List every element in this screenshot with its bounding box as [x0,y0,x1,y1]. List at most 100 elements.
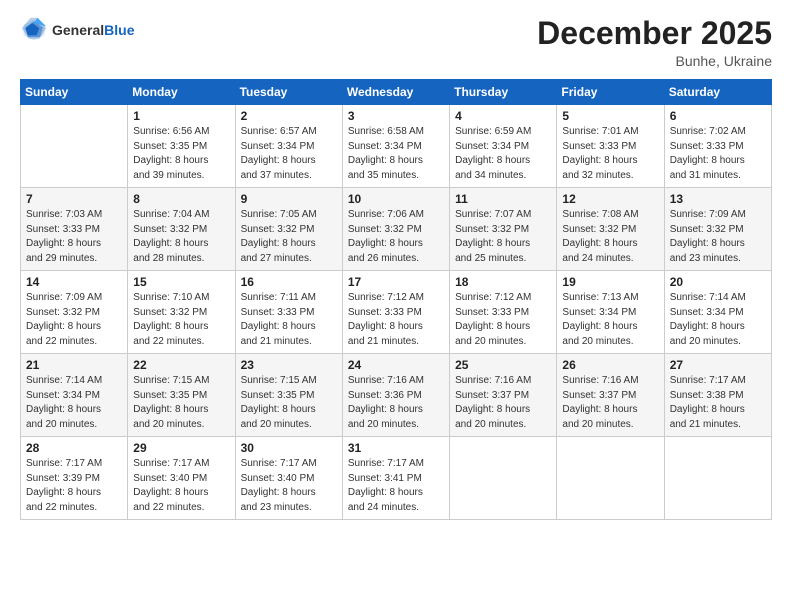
logo-blue: Blue [104,22,134,38]
day-info: Sunrise: 7:03 AMSunset: 3:33 PMDaylight:… [26,208,122,266]
day-cell: 8 Sunrise: 7:04 AMSunset: 3:32 PMDaylight… [128,188,235,271]
day-cell [21,105,128,188]
day-info: Sunrise: 7:10 AMSunset: 3:32 PMDaylight:… [133,291,229,349]
day-info: Sunrise: 7:17 AMSunset: 3:40 PMDaylight:… [133,457,229,515]
day-info: Sunrise: 7:13 AMSunset: 3:34 PMDaylight:… [562,291,658,349]
week-row-4: 21 Sunrise: 7:14 AMSunset: 3:34 PMDayligh… [21,354,772,437]
day-cell: 19 Sunrise: 7:13 AMSunset: 3:34 PMDayligh… [557,271,664,354]
day-cell: 22 Sunrise: 7:15 AMSunset: 3:35 PMDayligh… [128,354,235,437]
day-info: Sunrise: 7:15 AMSunset: 3:35 PMDaylight:… [241,374,337,432]
day-number: 22 [133,358,229,372]
day-number: 7 [26,192,122,206]
day-cell: 27 Sunrise: 7:17 AMSunset: 3:38 PMDayligh… [664,354,771,437]
logo-text: GeneralBlue [52,22,134,38]
day-number: 11 [455,192,551,206]
day-number: 1 [133,109,229,123]
day-info: Sunrise: 7:16 AMSunset: 3:37 PMDaylight:… [562,374,658,432]
weekday-friday: Friday [557,80,664,105]
day-cell: 1 Sunrise: 6:56 AMSunset: 3:35 PMDaylight… [128,105,235,188]
day-number: 9 [241,192,337,206]
day-cell: 3Sunrise: 6:58 AMSunset: 3:34 PMDaylight… [342,105,449,188]
logo: GeneralBlue [20,16,134,44]
day-cell [450,437,557,520]
day-info: Sunrise: 7:06 AMSunset: 3:32 PMDaylight:… [348,208,444,266]
day-number: 20 [670,275,766,289]
month-title: December 2025 [537,16,772,51]
day-number: 24 [348,358,444,372]
day-cell: 23Sunrise: 7:15 AMSunset: 3:35 PMDayligh… [235,354,342,437]
day-number: 27 [670,358,766,372]
day-number: 8 [133,192,229,206]
day-info: Sunrise: 7:15 AMSunset: 3:35 PMDaylight:… [133,374,229,432]
day-info: Sunrise: 6:56 AMSunset: 3:35 PMDaylight:… [133,125,229,183]
day-info: Sunrise: 7:16 AMSunset: 3:36 PMDaylight:… [348,374,444,432]
day-number: 6 [670,109,766,123]
day-number: 15 [133,275,229,289]
day-number: 4 [455,109,551,123]
day-info: Sunrise: 6:57 AMSunset: 3:34 PMDaylight:… [241,125,337,183]
day-number: 25 [455,358,551,372]
day-cell: 24 Sunrise: 7:16 AMSunset: 3:36 PMDayligh… [342,354,449,437]
day-number: 2 [241,109,337,123]
day-number: 14 [26,275,122,289]
weekday-sunday: Sunday [21,80,128,105]
day-cell: 28 Sunrise: 7:17 AMSunset: 3:39 PMDayligh… [21,437,128,520]
day-info: Sunrise: 7:17 AMSunset: 3:39 PMDaylight:… [26,457,122,515]
day-info: Sunrise: 7:12 AMSunset: 3:33 PMDaylight:… [455,291,551,349]
day-cell: 11 Sunrise: 7:07 AMSunset: 3:32 PMDayligh… [450,188,557,271]
day-cell: 10Sunrise: 7:06 AMSunset: 3:32 PMDayligh… [342,188,449,271]
weekday-wednesday: Wednesday [342,80,449,105]
week-row-5: 28 Sunrise: 7:17 AMSunset: 3:39 PMDayligh… [21,437,772,520]
weekday-monday: Monday [128,80,235,105]
day-number: 18 [455,275,551,289]
day-info: Sunrise: 7:14 AMSunset: 3:34 PMDaylight:… [26,374,122,432]
weekday-thursday: Thursday [450,80,557,105]
day-number: 21 [26,358,122,372]
day-info: Sunrise: 6:59 AMSunset: 3:34 PMDaylight:… [455,125,551,183]
calendar-table: SundayMondayTuesdayWednesdayThursdayFrid… [20,79,772,520]
day-info: Sunrise: 7:17 AMSunset: 3:41 PMDaylight:… [348,457,444,515]
day-cell: 6Sunrise: 7:02 AMSunset: 3:33 PMDaylight… [664,105,771,188]
day-cell: 4 Sunrise: 6:59 AMSunset: 3:34 PMDaylight… [450,105,557,188]
day-number: 31 [348,441,444,455]
day-cell: 5Sunrise: 7:01 AMSunset: 3:33 PMDaylight… [557,105,664,188]
day-cell: 21 Sunrise: 7:14 AMSunset: 3:34 PMDayligh… [21,354,128,437]
week-row-3: 14 Sunrise: 7:09 AMSunset: 3:32 PMDayligh… [21,271,772,354]
week-row-2: 7 Sunrise: 7:03 AMSunset: 3:33 PMDaylight… [21,188,772,271]
day-info: Sunrise: 7:07 AMSunset: 3:32 PMDaylight:… [455,208,551,266]
day-cell: 7 Sunrise: 7:03 AMSunset: 3:33 PMDaylight… [21,188,128,271]
day-cell: 26 Sunrise: 7:16 AMSunset: 3:37 PMDayligh… [557,354,664,437]
day-cell [664,437,771,520]
weekday-header-row: SundayMondayTuesdayWednesdayThursdayFrid… [21,80,772,105]
day-info: Sunrise: 7:12 AMSunset: 3:33 PMDaylight:… [348,291,444,349]
day-info: Sunrise: 7:17 AMSunset: 3:40 PMDaylight:… [241,457,337,515]
day-number: 12 [562,192,658,206]
day-cell: 18 Sunrise: 7:12 AMSunset: 3:33 PMDayligh… [450,271,557,354]
day-info: Sunrise: 7:05 AMSunset: 3:32 PMDaylight:… [241,208,337,266]
logo-general: General [52,22,104,38]
calendar-page: GeneralBlue December 2025 Bunhe, Ukraine… [0,0,792,612]
day-cell: 29 Sunrise: 7:17 AMSunset: 3:40 PMDayligh… [128,437,235,520]
weekday-saturday: Saturday [664,80,771,105]
day-cell: 20 Sunrise: 7:14 AMSunset: 3:34 PMDayligh… [664,271,771,354]
day-info: Sunrise: 7:11 AMSunset: 3:33 PMDaylight:… [241,291,337,349]
logo-icon [20,16,48,44]
day-cell: 12Sunrise: 7:08 AMSunset: 3:32 PMDayligh… [557,188,664,271]
location: Bunhe, Ukraine [537,53,772,69]
title-block: December 2025 Bunhe, Ukraine [537,16,772,69]
day-cell: 2 Sunrise: 6:57 AMSunset: 3:34 PMDaylight… [235,105,342,188]
day-cell: 15 Sunrise: 7:10 AMSunset: 3:32 PMDayligh… [128,271,235,354]
day-number: 28 [26,441,122,455]
day-number: 19 [562,275,658,289]
day-number: 26 [562,358,658,372]
day-cell: 16Sunrise: 7:11 AMSunset: 3:33 PMDayligh… [235,271,342,354]
day-cell: 31 Sunrise: 7:17 AMSunset: 3:41 PMDayligh… [342,437,449,520]
day-info: Sunrise: 7:14 AMSunset: 3:34 PMDaylight:… [670,291,766,349]
day-number: 30 [241,441,337,455]
day-info: Sunrise: 7:09 AMSunset: 3:32 PMDaylight:… [26,291,122,349]
day-info: Sunrise: 7:17 AMSunset: 3:38 PMDaylight:… [670,374,766,432]
day-cell: 25Sunrise: 7:16 AMSunset: 3:37 PMDayligh… [450,354,557,437]
day-number: 17 [348,275,444,289]
day-info: Sunrise: 7:04 AMSunset: 3:32 PMDaylight:… [133,208,229,266]
day-number: 29 [133,441,229,455]
